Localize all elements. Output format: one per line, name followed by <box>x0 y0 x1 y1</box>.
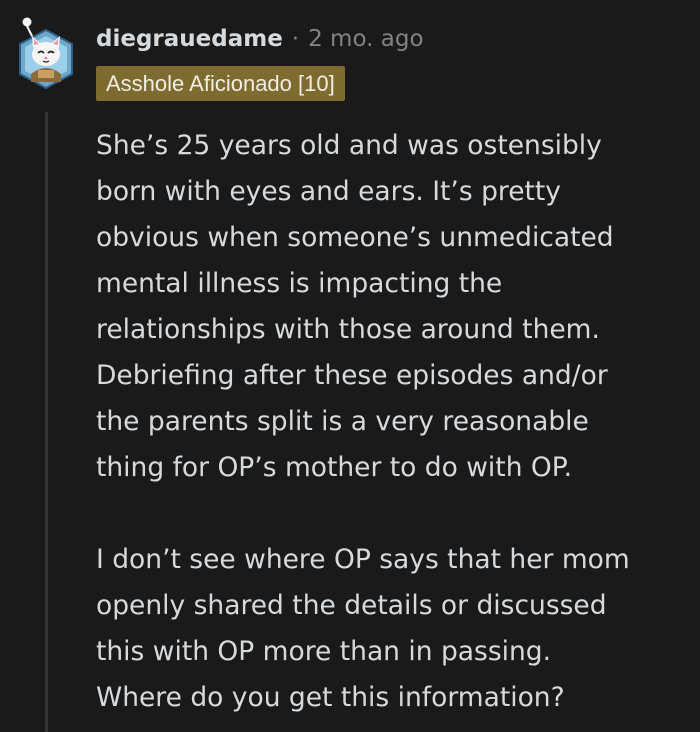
comment: diegrauedame · 2 mo. ago Asshole Aficion… <box>0 0 700 732</box>
text-line: thing for OP’s mother to do with OP. <box>96 452 573 483</box>
text-line: openly shared the details or discussed <box>96 590 607 621</box>
text-line: Debriefing after these episodes and/or <box>96 360 608 391</box>
text-line: mental illness is impacting the <box>96 268 503 299</box>
text-line: obvious when someone’s unmedicated <box>96 222 614 253</box>
comment-paragraph: She’s 25 years old and was ostensibly bo… <box>96 123 692 491</box>
author-username[interactable]: diegrauedame <box>96 26 283 52</box>
cat-avatar-icon <box>19 17 73 90</box>
comment-timestamp[interactable]: 2 mo. ago <box>308 26 423 52</box>
text-line: this with OP more than in passing. <box>96 636 552 667</box>
text-line: I don’t see where OP says that her mom <box>96 544 630 575</box>
text-line: She’s 25 years old and was ostensibly <box>96 130 602 161</box>
comment-header: diegrauedame · 2 mo. ago <box>96 22 424 56</box>
text-line: relationships with those around them. <box>96 314 600 345</box>
meta-separator: · <box>291 26 300 52</box>
text-line: born with eyes and ears. It’s pretty <box>96 176 561 207</box>
comment-paragraph: I don’t see where OP says that her mom o… <box>96 537 692 721</box>
user-flair: Asshole Aficionado [10] <box>96 66 345 101</box>
thread-collapse-line[interactable] <box>45 112 48 732</box>
comment-body: She’s 25 years old and was ostensibly bo… <box>96 123 692 721</box>
text-line: the parents split is a very reasonable <box>96 406 589 437</box>
text-line: Where do you get this information? <box>96 682 565 713</box>
user-avatar[interactable] <box>16 16 76 92</box>
